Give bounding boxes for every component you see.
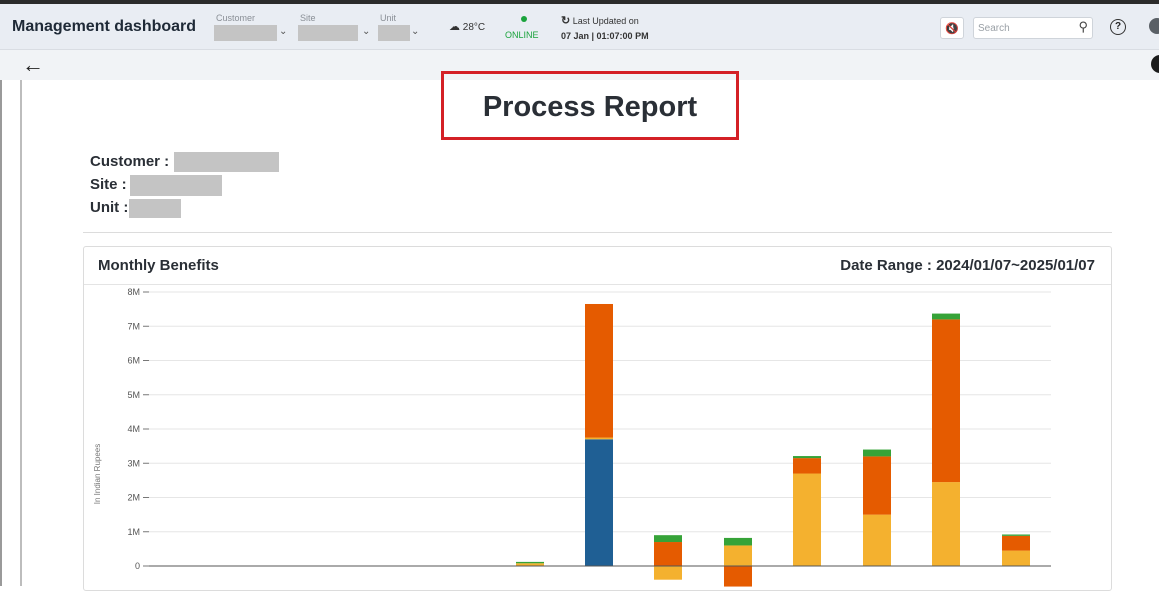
bar-segment [654, 566, 682, 580]
last-updated-time: 07 Jan | 01:07:00 PM [561, 31, 649, 41]
unit-filter-value [378, 25, 410, 41]
customer-info-value [174, 152, 279, 172]
bar-segment [1002, 550, 1030, 566]
bar-segment [724, 545, 752, 566]
y-tick-label: 8M [127, 287, 140, 297]
bar-segment [793, 458, 821, 474]
bar-segment [793, 456, 821, 459]
customer-info-label: Customer : [90, 153, 170, 170]
bar-segment [863, 449, 891, 457]
y-tick-label: 2M [127, 493, 140, 503]
unit-info-label: Unit : [90, 199, 129, 216]
window-left-edge [0, 0, 2, 586]
bar-segment [724, 537, 752, 546]
monthly-benefits-panel: Monthly Benefits Date Range : 2024/01/07… [83, 246, 1112, 591]
site-filter-value [298, 25, 358, 41]
y-tick-label: 6M [127, 356, 140, 366]
monthly-benefits-chart: 0 1M 2M 3M 4M 5M 6M 7M 8M In Indian Rupees [93, 287, 1051, 587]
unit-filter-label: Unit [380, 13, 397, 23]
last-updated: ↻ Last Updated on 07 Jan | 01:07:00 PM [561, 14, 649, 41]
report-title-highlight: Process Report [441, 71, 739, 140]
bar-segment [585, 439, 613, 566]
customer-filter-value [214, 25, 277, 41]
bar-segment [863, 456, 891, 515]
y-tick-label: 1M [127, 527, 140, 537]
bar-segment [1002, 535, 1030, 551]
site-filter-label: Site [300, 13, 316, 23]
bar-segment [724, 566, 752, 587]
chevron-down-icon: ⌄ [411, 26, 420, 37]
online-status-text: ONLINE [505, 30, 539, 40]
back-arrow-icon[interactable]: ← [22, 52, 44, 78]
y-tick-label: 4M [127, 424, 140, 434]
site-info-value [130, 175, 222, 196]
search-icon[interactable]: ⚲ [1078, 19, 1088, 35]
y-axis-title: In Indian Rupees [93, 444, 102, 505]
chevron-down-icon: ⌄ [279, 26, 288, 37]
customer-info: Customer : [90, 153, 169, 170]
search-box[interactable]: ⚲ [973, 17, 1093, 39]
mute-button[interactable]: 🔇 [940, 17, 964, 39]
bar-segment [932, 319, 960, 483]
cloud-icon: ☁ [449, 21, 460, 33]
bar-segment [654, 542, 682, 566]
speaker-mute-icon: 🔇 [945, 23, 959, 35]
chevron-down-icon: ⌄ [362, 26, 371, 37]
user-avatar-icon[interactable] [1149, 18, 1159, 34]
top-navbar: Management dashboard Customer ⌄ Site ⌄ U… [0, 0, 1159, 50]
online-status-dot [521, 16, 527, 22]
bar-segment [932, 313, 960, 320]
help-icon[interactable]: ? [1110, 19, 1126, 35]
weather-widget: ☁ 28°C [449, 20, 485, 33]
search-input[interactable] [978, 21, 1063, 35]
bar-segment [863, 514, 891, 566]
bar-segment [1002, 534, 1030, 536]
temperature: 28°C [462, 22, 486, 33]
page-title: Process Report [482, 91, 698, 123]
bar-segment [654, 535, 682, 543]
bar-segment [932, 482, 960, 566]
site-info-label: Site : [90, 176, 127, 193]
unit-info: Unit : [90, 199, 128, 216]
y-tick-label: 5M [127, 390, 140, 400]
bar-segment [516, 561, 544, 564]
customer-filter-label: Customer [216, 13, 256, 23]
side-panel-toggle[interactable] [1151, 55, 1159, 73]
site-info: Site : [90, 176, 127, 193]
y-tick-label: 7M [127, 321, 140, 331]
y-tick-label: 3M [127, 458, 140, 468]
section-divider [83, 232, 1112, 233]
last-updated-label: Last Updated on [572, 16, 639, 26]
bar-segment [585, 303, 613, 438]
y-tick-label: 0 [135, 561, 140, 571]
bar-segment [585, 437, 613, 440]
app-title: Management dashboard [12, 18, 197, 35]
content-left-border [20, 80, 22, 586]
bar-segment [793, 473, 821, 566]
refresh-icon[interactable]: ↻ [561, 15, 570, 27]
unit-info-value [129, 199, 181, 218]
